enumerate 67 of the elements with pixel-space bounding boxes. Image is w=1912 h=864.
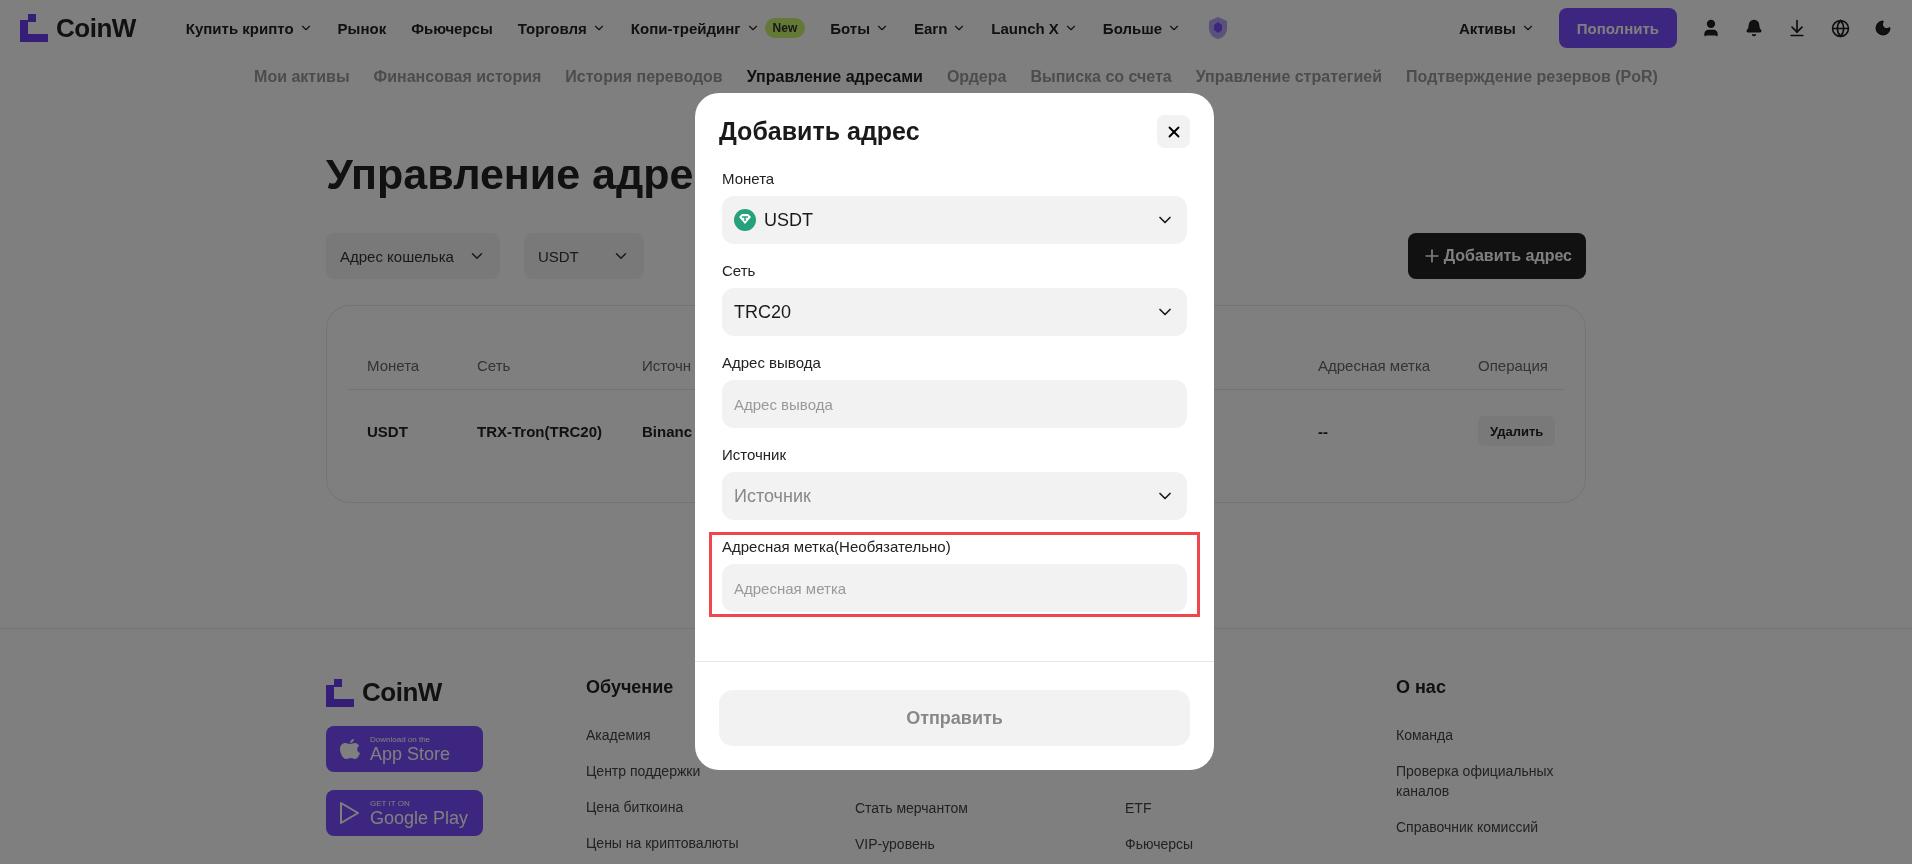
footer-link[interactable]: Цена биткоина: [586, 789, 786, 825]
footer-link[interactable]: Фьючерсы: [1125, 826, 1325, 862]
store-button[interactable]: GET IT ON Google Play: [326, 790, 483, 836]
filter-dropdown[interactable]: USDT: [523, 233, 644, 279]
store-name: App Store: [370, 743, 451, 764]
column-header: Операция: [1478, 357, 1548, 374]
input-field[interactable]: Адресная метка: [722, 564, 1187, 612]
nav-link[interactable]: Фьючерсы: [411, 19, 493, 37]
footer-link[interactable]: Команда: [1396, 717, 1596, 753]
add-address-button[interactable]: Добавить адрес: [1407, 233, 1586, 279]
apple-icon: [340, 738, 360, 760]
field-label: Сеть: [722, 262, 757, 279]
filter-dropdown[interactable]: Адрес кошелька: [326, 233, 500, 279]
footer-link[interactable]: Проверка официальных каналов: [1396, 753, 1596, 809]
field-label: Адрес вывода: [722, 354, 822, 371]
bell-icon[interactable]: [1745, 19, 1763, 37]
nav-link[interactable]: Earn: [914, 19, 967, 37]
table-cell: USDT: [367, 422, 408, 440]
field-label: Монета: [722, 170, 776, 187]
nav-link[interactable]: Купить крипто: [185, 19, 313, 37]
footer-link[interactable]: Справочник комиссий: [1396, 809, 1596, 845]
store-caption: GET IT ON: [370, 798, 411, 808]
dialog-title: Добавить адрес: [719, 117, 920, 146]
store-button[interactable]: Download on the App Store: [326, 726, 483, 772]
select-field[interactable]: TRC20: [722, 288, 1187, 336]
logo-text: CoinW: [362, 677, 442, 708]
field-label: Источник: [722, 446, 788, 463]
close-button[interactable]: [1157, 115, 1190, 148]
nav-link[interactable]: Боты: [830, 19, 889, 37]
column-header: Сеть: [477, 357, 511, 374]
logo-text: CoinW: [56, 12, 136, 44]
table-cell: --: [1318, 422, 1328, 440]
footer-heading: Обучение: [586, 677, 675, 699]
table-cell: TRX-Tron(TRC20): [477, 422, 602, 440]
store-name: Google Play: [370, 807, 469, 828]
logo-icon: [20, 14, 48, 42]
globe-icon[interactable]: [1831, 18, 1850, 38]
select-field[interactable]: USDT: [722, 196, 1187, 244]
field-label: Адресная метка(Необязательно): [722, 538, 952, 555]
store-caption: Download on the: [370, 734, 432, 744]
subnav-tab[interactable]: Управление адресами: [746, 68, 923, 86]
logo-icon: [326, 678, 354, 707]
column-header: Монета: [367, 357, 420, 374]
footer-link[interactable]: ETF: [1125, 790, 1325, 826]
nav-link[interactable]: Торговля: [517, 19, 606, 37]
footer-heading: О нас: [1396, 677, 1447, 699]
new-badge: New: [764, 18, 806, 38]
table-cell: Binanc: [642, 422, 692, 440]
nav-link[interactable]: Копи-трейдинг New: [630, 18, 806, 38]
deposit-button[interactable]: Пополнить: [1558, 8, 1677, 48]
page-title: Управление адре: [326, 150, 694, 199]
play-icon: [340, 802, 360, 824]
footer-link[interactable]: Стать мерчантом: [855, 790, 1055, 826]
user-icon[interactable]: [1701, 18, 1721, 38]
footer-link[interactable]: Цены на криптовалюты: [586, 825, 786, 861]
moon-icon[interactable]: [1874, 19, 1892, 37]
assets-menu[interactable]: Активы: [1458, 19, 1535, 37]
nav-link[interactable]: Больше: [1102, 19, 1182, 37]
footer-link[interactable]: VIP-уровень: [855, 826, 1055, 862]
input-field[interactable]: Адрес вывода: [722, 380, 1187, 428]
column-header: Источн: [642, 357, 692, 374]
delete-button[interactable]: Удалить: [1478, 416, 1556, 446]
nav-link[interactable]: Рынок: [337, 19, 387, 37]
select-field[interactable]: Источник: [722, 472, 1187, 520]
column-header: Адресная метка: [1318, 357, 1431, 374]
nav-link[interactable]: Launch X: [991, 19, 1078, 37]
download-icon[interactable]: [1787, 18, 1807, 38]
